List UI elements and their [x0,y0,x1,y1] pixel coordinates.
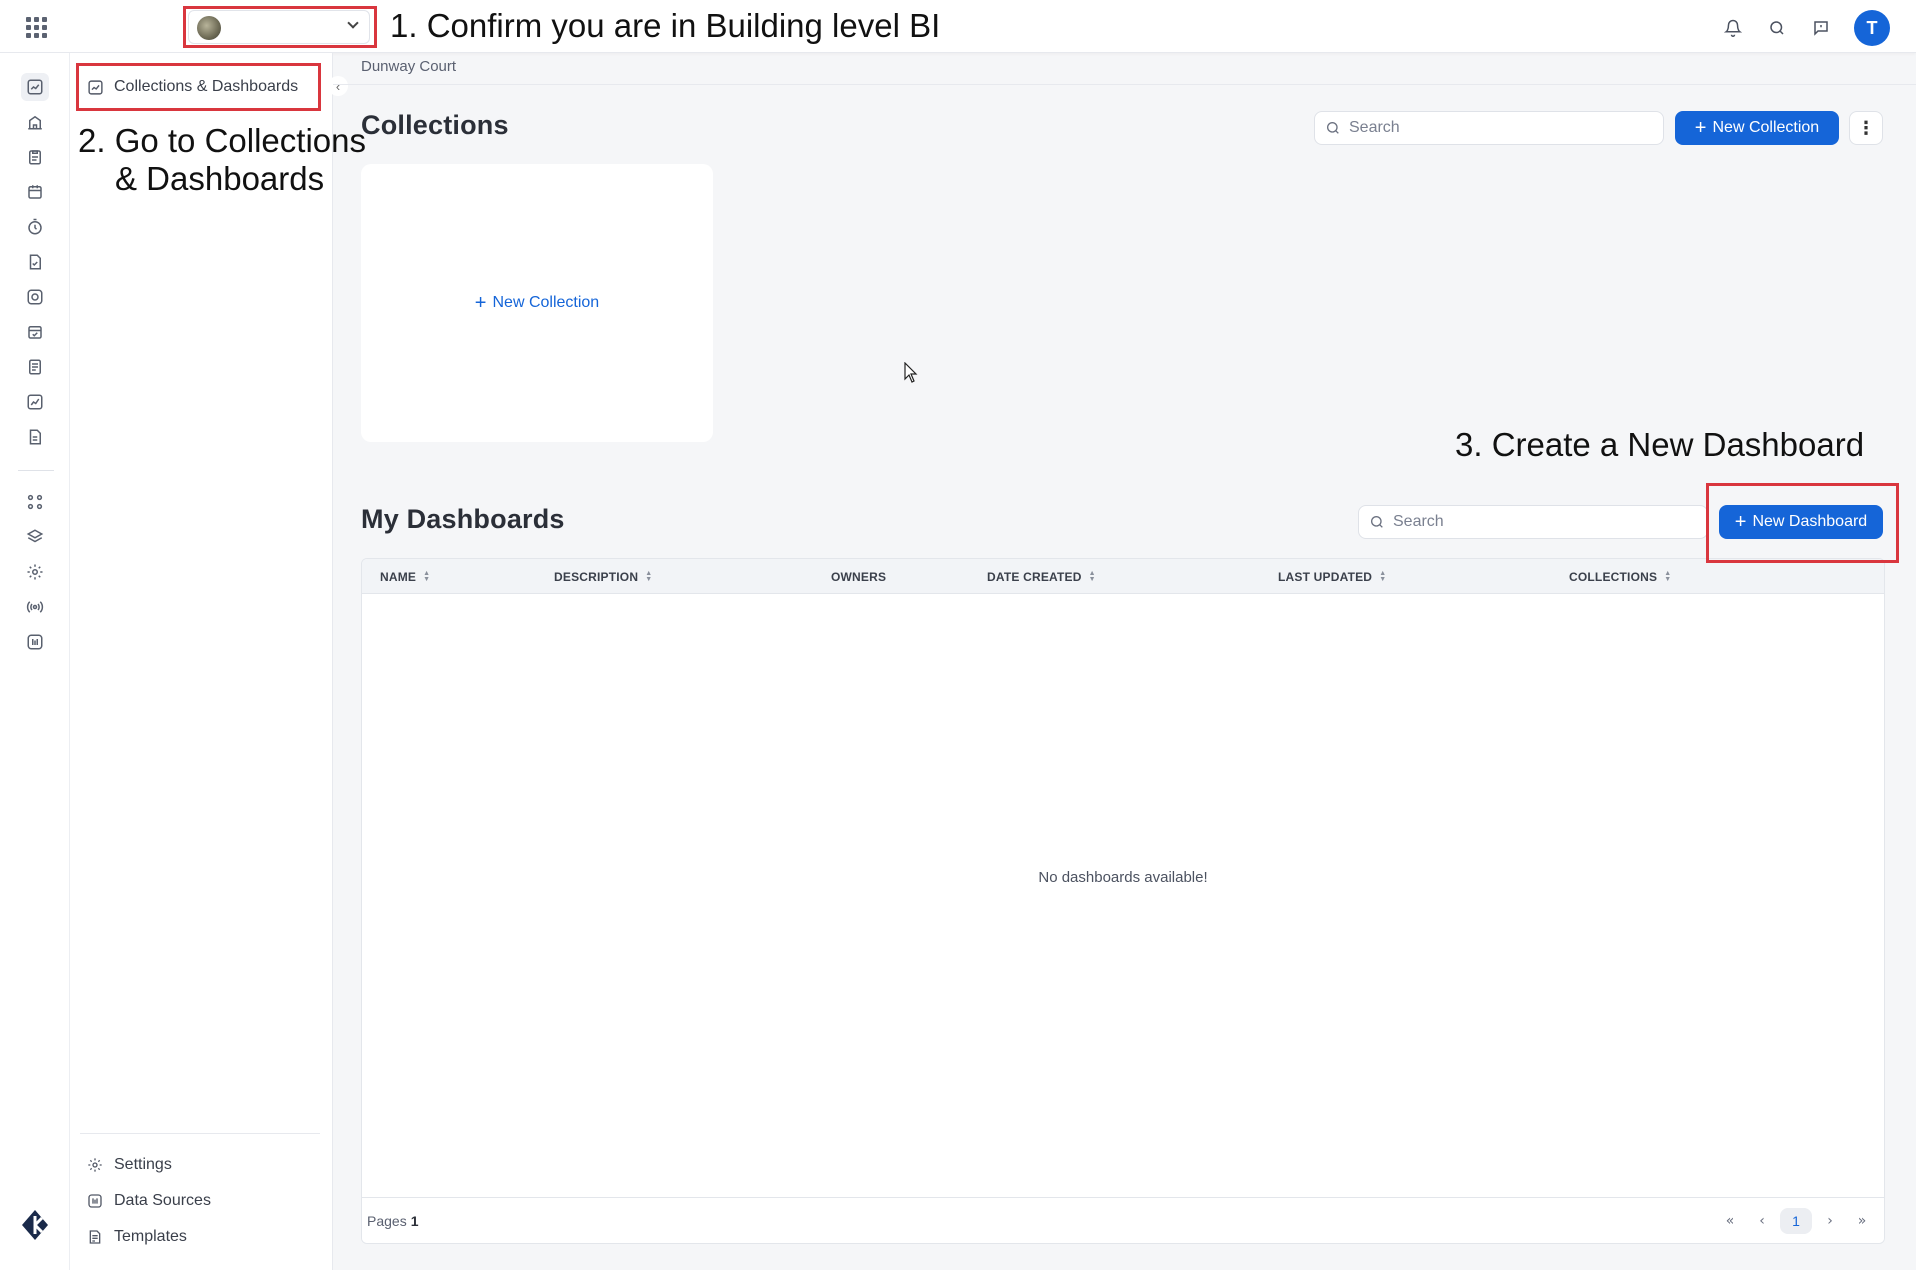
notification-bell-icon[interactable] [1722,17,1744,39]
annotation-step3: 3. Create a New Dashboard [1455,426,1865,463]
annotation-step1: 1. Confirm you are in Building level BI [390,7,941,44]
sidebar-item-label: Settings [114,1156,172,1173]
table-header: NAME ▲ ▼ DESCRIPTION ▲ ▼ OWNERS DATE CREAT… [362,559,1884,594]
rail-divider [18,470,54,471]
breadcrumb-divider [333,84,1916,85]
sort-icon: ▲ ▼ [423,569,431,583]
rail-chart-icon[interactable] [21,388,49,416]
secondary-sidebar: Collections & Dashboards ‹ Settings Data… [70,53,348,1270]
pagination: « ‹ 1 › » [1716,1208,1876,1234]
apps-grid-icon[interactable] [24,15,47,38]
sort-icon: ▲ ▼ [645,569,653,583]
rail-settings-chip-icon[interactable] [21,558,49,586]
column-header-name[interactable]: NAME ▲ ▼ [380,559,430,594]
annotation-box-new-dashboard [1706,483,1899,563]
rail-notes-icon[interactable] [21,353,49,381]
pages-count: Pages 1 [367,1213,419,1229]
brand-logo-icon [18,1208,52,1242]
new-collection-card[interactable]: + New Collection [361,164,713,442]
page-number[interactable]: 1 [1780,1208,1812,1234]
rail-layers-icon[interactable] [21,523,49,551]
rail-clipboard-icon[interactable] [21,143,49,171]
rail-bi-dashboard-icon[interactable] [21,73,49,101]
plus-icon: + [1694,117,1707,139]
data-sources-icon [86,1192,104,1210]
table-footer: Pages 1 « ‹ 1 › » [362,1197,1884,1243]
rail-report-icon[interactable] [21,423,49,451]
column-header-date-created[interactable]: DATE CREATED ▲ ▼ [987,559,1096,594]
more-options-button[interactable]: ⋮ [1849,111,1883,145]
templates-icon [86,1228,104,1246]
sort-icon: ▲ ▼ [1379,569,1387,583]
column-header-collections[interactable]: COLLECTIONS ▲ ▼ [1569,559,1671,594]
rail-signal-icon[interactable] [21,593,49,621]
last-page-icon[interactable]: » [1848,1208,1876,1234]
prev-page-icon[interactable]: ‹ [1748,1208,1776,1234]
rail-calendar-icon[interactable] [21,178,49,206]
annotation-step2-line2: & Dashboards [115,160,325,197]
rail-document-check-icon[interactable] [21,248,49,276]
rail-schedule-icon[interactable] [21,318,49,346]
collapse-sidebar-icon[interactable]: ‹ [328,76,348,96]
search-icon [1371,516,1383,528]
gear-icon [86,1156,104,1174]
sidebar-item-label: Data Sources [114,1192,211,1209]
breadcrumb[interactable]: Dunway Court [361,58,456,75]
sort-icon: ▲ ▼ [1088,569,1096,583]
plus-icon: + [474,291,487,314]
help-chat-icon[interactable] [1810,17,1832,39]
new-collection-button[interactable]: + New Collection [1675,111,1839,145]
next-page-icon[interactable]: › [1816,1208,1844,1234]
sidebar-item-label: Templates [114,1228,187,1245]
sort-icon: ▲ ▼ [1664,569,1672,583]
empty-state-message: No dashboards available! [1038,869,1208,886]
annotation-step2-line1: 2. Go to Collections [78,122,366,159]
rail-timer-icon[interactable] [21,213,49,241]
rail-nodes-icon[interactable] [21,488,49,516]
user-avatar[interactable]: T [1854,10,1890,46]
annotation-box-site-selector [183,6,377,48]
sidebar-item-settings[interactable]: Settings [86,1150,172,1180]
column-header-last-updated[interactable]: LAST UPDATED ▲ ▼ [1278,559,1386,594]
sidebar-item-data-sources[interactable]: Data Sources [86,1186,211,1216]
collections-title: Collections [361,110,509,140]
rail-data-icon[interactable] [21,628,49,656]
icon-rail: >| [0,53,70,1270]
dashboards-search-input[interactable] [1393,513,1664,531]
column-header-owners: OWNERS [831,569,887,584]
dashboards-table: NAME ▲ ▼ DESCRIPTION ▲ ▼ OWNERS DATE CREAT… [361,558,1885,1244]
annotation-box-collections [76,63,321,111]
search-icon[interactable] [1766,17,1788,39]
collections-search[interactable] [1314,111,1664,145]
dashboards-title: My Dashboards [361,504,565,534]
sidebar-divider [80,1133,320,1134]
collections-search-input[interactable] [1349,119,1620,137]
first-page-icon[interactable]: « [1716,1208,1744,1234]
sidebar-item-templates[interactable]: Templates [86,1222,187,1252]
rail-gauge-icon[interactable] [21,283,49,311]
rail-building-icon[interactable] [21,108,49,136]
search-icon [1327,122,1339,134]
dashboards-search[interactable] [1358,505,1708,539]
mouse-cursor-icon [904,362,918,383]
column-header-description[interactable]: DESCRIPTION ▲ ▼ [554,559,652,594]
